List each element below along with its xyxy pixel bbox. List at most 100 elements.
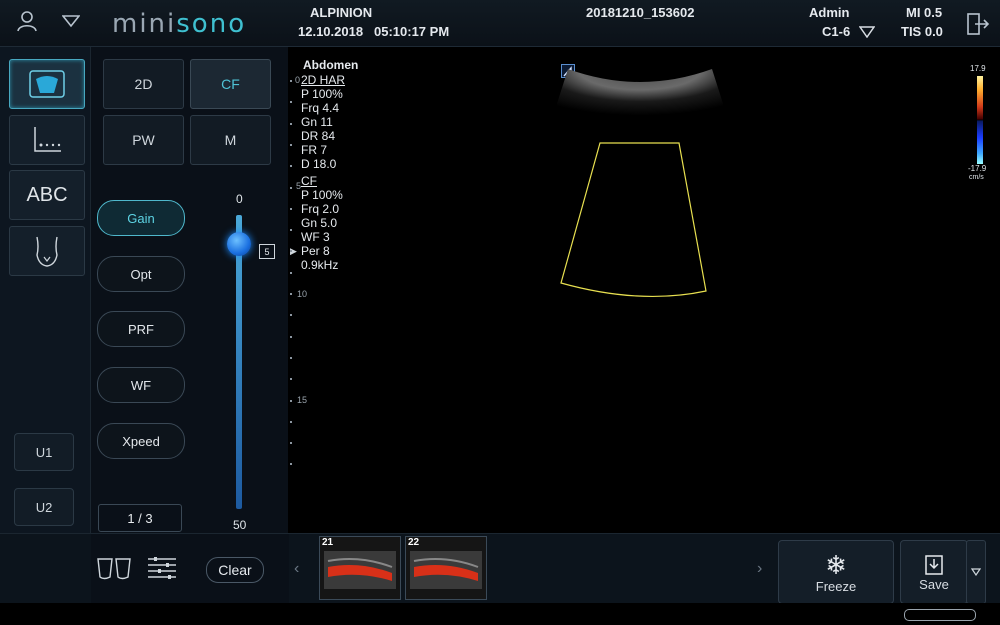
depth-label-10: 10 (297, 289, 308, 299)
exam-date: 12.10.2018 (298, 24, 364, 39)
ultrasound-image (554, 69, 726, 298)
b-param: Frq 4.4 (301, 101, 340, 115)
mi-index: MI 0.5 (906, 5, 943, 20)
save-icon (925, 554, 943, 575)
measure-button[interactable] (9, 115, 85, 165)
body-mark-button[interactable] (9, 226, 85, 276)
depth-tick (290, 442, 292, 445)
depth-tick (290, 314, 292, 317)
depth-tick (290, 122, 292, 125)
thumbnail-21[interactable]: 21 (319, 536, 401, 600)
chevron-left-icon[interactable]: ‹ (294, 560, 299, 578)
cf-mode-title: CF (301, 174, 317, 188)
logo: minisono (112, 9, 246, 39)
cf-param: Frq 2.0 (301, 202, 340, 216)
b-param: D 18.0 (301, 157, 337, 171)
slider-bottom-label: 50 (233, 518, 247, 532)
slider-top-label: 0 (236, 192, 243, 206)
colorbar-max: 17.9 (970, 64, 986, 73)
depth-tick (290, 165, 292, 168)
institution-name: ALPINION (310, 5, 373, 20)
page-indicator[interactable]: 1 / 3 (98, 504, 182, 532)
probe-dropdown-icon[interactable] (858, 25, 876, 43)
status-strip (0, 603, 1000, 625)
mode-cf-button[interactable]: CF (190, 59, 271, 109)
depth-label-5: 5 (296, 181, 302, 191)
depth-tick (290, 378, 292, 381)
cf-param: 0.9kHz (301, 258, 339, 272)
user-name: Admin (809, 5, 850, 20)
list-settings-icon[interactable] (146, 556, 178, 585)
mode-2d-button[interactable]: 2D (103, 59, 184, 109)
xpeed-button[interactable]: Xpeed (97, 423, 185, 459)
colorbar-min: -17.9 (968, 164, 987, 173)
preset-name: Abdomen (303, 58, 359, 72)
probe-mode-button[interactable] (9, 59, 85, 109)
colorbar-unit: cm/s (969, 174, 984, 181)
depth-label-15: 15 (297, 395, 308, 405)
dropdown-icon (971, 568, 981, 576)
cf-param: WF 3 (301, 230, 330, 244)
b-param: P 100% (301, 87, 343, 101)
velocity-colorbar (977, 76, 983, 164)
depth-tick (290, 229, 292, 232)
depth-tick (290, 356, 292, 359)
user-icon[interactable] (16, 10, 38, 38)
tis-index: TIS 0.0 (901, 24, 943, 39)
depth-tick (290, 420, 292, 423)
thumbnail-number: 21 (322, 537, 334, 548)
clear-button[interactable]: Clear (206, 557, 264, 583)
color-roi-box[interactable] (560, 142, 707, 298)
logo-text: mini (112, 9, 177, 39)
mode-m-button[interactable]: M (190, 115, 271, 165)
user-button-2[interactable]: U2 (14, 488, 74, 526)
freeze-button[interactable]: ❄ Freeze (778, 540, 894, 604)
dual-view-icon[interactable] (96, 555, 132, 586)
temperature-gauge-icon (904, 609, 976, 621)
depth-tick (290, 250, 292, 253)
depth-tick (290, 80, 292, 82)
b-mode-sector (554, 69, 726, 127)
depth-tick (290, 186, 292, 189)
mode-pw-button[interactable]: PW (103, 115, 184, 165)
depth-tick (290, 399, 292, 402)
depth-tick (290, 293, 292, 295)
chevron-right-icon[interactable]: › (757, 560, 762, 578)
b-param: DR 84 (301, 129, 336, 143)
study-id: 20181210_153602 (586, 5, 695, 20)
thumbnail-22[interactable]: 22 (405, 536, 487, 600)
logo-accent-text: sono (176, 9, 247, 39)
slider-value-box: 5 (259, 244, 275, 259)
depth-tick (290, 143, 292, 146)
probe-icon (29, 70, 65, 98)
gain-button[interactable]: Gain (97, 200, 185, 236)
save-options-button[interactable] (966, 540, 986, 604)
snowflake-icon: ❄ (825, 549, 847, 580)
depth-tick (290, 463, 292, 466)
prf-button[interactable]: PRF (97, 311, 185, 347)
depth-tick (290, 271, 292, 274)
thumbnail-number: 22 (408, 537, 420, 548)
depth-label-0: 0 (295, 75, 301, 85)
opt-button[interactable]: Opt (97, 256, 185, 292)
probe-name[interactable]: C1-6 (822, 24, 850, 39)
annotation-button[interactable]: ABC (9, 170, 85, 220)
wf-button[interactable]: WF (97, 367, 185, 403)
cf-param: Per 8 (301, 244, 330, 258)
gain-slider-track[interactable] (236, 215, 242, 509)
user-button-1[interactable]: U1 (14, 433, 74, 471)
cf-param: Gn 5.0 (301, 216, 338, 230)
b-param: FR 7 (301, 143, 328, 157)
body-mark-icon (36, 236, 58, 267)
top-bar: minisono ALPINION 12.10.2018 05:10:17 PM… (0, 0, 1000, 47)
exam-time: 05:10:17 PM (374, 24, 450, 39)
b-mode-params: 2D HAR P 100% Frq 4.4 Gn 11 DR 84 FR 7 D… (301, 73, 345, 171)
cf-mode-params: CF P 100% Frq 2.0 Gn 5.0 WF 3 Per 8 0.9k… (301, 174, 343, 272)
save-button[interactable]: Save (900, 540, 968, 604)
dropdown-icon[interactable] (61, 14, 81, 33)
exit-icon[interactable] (966, 12, 990, 41)
b-mode-title: 2D HAR (301, 73, 346, 87)
measure-icon (34, 127, 61, 152)
depth-tick (290, 207, 292, 210)
save-label: Save (919, 576, 949, 592)
